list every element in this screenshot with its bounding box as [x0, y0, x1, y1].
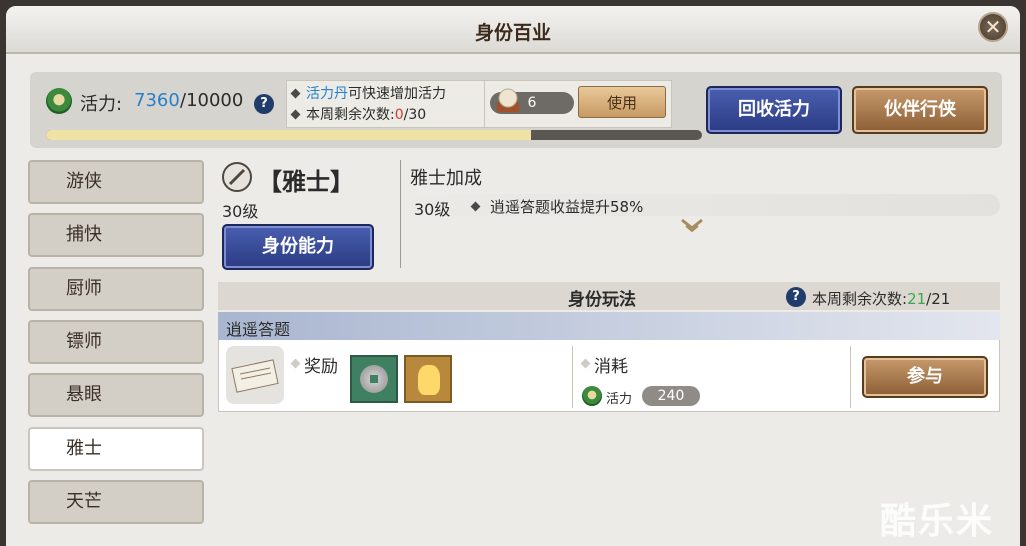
sidebar-item[interactable]: 镖师	[28, 319, 204, 364]
tip-remaining-label: 本周剩余次数:	[306, 107, 395, 123]
weekly-total: /21	[926, 290, 951, 308]
activity-title: 逍遥答题	[226, 320, 291, 339]
sidebar-item[interactable]: 捕快	[28, 213, 204, 258]
vigor-label: 活力:	[80, 94, 123, 115]
bonus-title: 雅士加成	[410, 168, 482, 189]
weekly-remaining: 本周剩余次数:21/21	[812, 288, 950, 309]
chevron-down-icon[interactable]	[680, 218, 704, 239]
use-button[interactable]: 使用	[578, 86, 666, 118]
vigor-progress-fill	[46, 130, 532, 140]
cost-name: 活力	[606, 392, 633, 407]
help-icon[interactable]: ?	[786, 287, 806, 307]
vigor-current: 7360	[134, 90, 180, 111]
bonus-level: 30级	[414, 200, 451, 219]
identity-ability-button[interactable]: 身份能力	[222, 224, 374, 270]
sidebar-item[interactable]: 游侠	[28, 160, 204, 204]
tip-used: 0	[394, 107, 404, 123]
divider	[572, 346, 573, 408]
sidebar-item[interactable]: 厨师	[28, 266, 204, 311]
watermark: 酷乐米	[880, 501, 995, 542]
window-title: 身份百业	[474, 22, 551, 44]
bead-icon	[497, 88, 519, 112]
sidebar-item[interactable]: 雅士	[28, 426, 204, 471]
sidebar-item[interactable]: 悬眼	[28, 373, 204, 418]
bonus-text: 逍遥答题收益提升58%	[490, 198, 644, 216]
help-icon[interactable]: ?	[254, 94, 274, 114]
cost-value: 240	[642, 386, 700, 406]
cost-label: 消耗	[594, 357, 628, 377]
coin-icon[interactable]	[350, 355, 398, 403]
title-bar: 身份百业	[6, 6, 1020, 54]
tip-total: /30	[403, 107, 427, 123]
tip-text: 可快速增加活力	[348, 86, 446, 102]
divider	[850, 346, 851, 408]
divider	[400, 160, 401, 268]
vigor-max: /10000	[180, 90, 244, 111]
gameplay-title: 身份玩法	[568, 290, 636, 310]
identity-level: 30级	[222, 202, 259, 221]
weekly-label: 本周剩余次数:	[812, 290, 908, 308]
activity-card-header	[218, 312, 1000, 340]
recycle-vigor-button[interactable]: 回收活力	[706, 86, 842, 134]
tip-line-2: 本周剩余次数:0/30	[306, 104, 426, 124]
join-button[interactable]: 参与	[862, 356, 988, 398]
close-icon[interactable]: ✕	[978, 12, 1008, 42]
brush-icon	[222, 162, 252, 192]
sidebar-item[interactable]: 天芒	[28, 479, 204, 524]
weekly-count: 21	[907, 290, 927, 308]
reward-label: 奖励	[304, 357, 338, 377]
scroll-icon	[226, 346, 284, 404]
partner-button[interactable]: 伙伴行侠	[852, 86, 988, 134]
tip-line-1: 活力丹可快速增加活力	[306, 83, 446, 103]
vigor-progress	[46, 130, 702, 140]
vigor-icon	[582, 386, 602, 406]
identity-name: 【雅士】	[258, 168, 354, 196]
gold-icon[interactable]	[404, 355, 452, 403]
tip-highlight[interactable]: 活力丹	[306, 86, 348, 102]
vigor-icon	[46, 88, 72, 114]
